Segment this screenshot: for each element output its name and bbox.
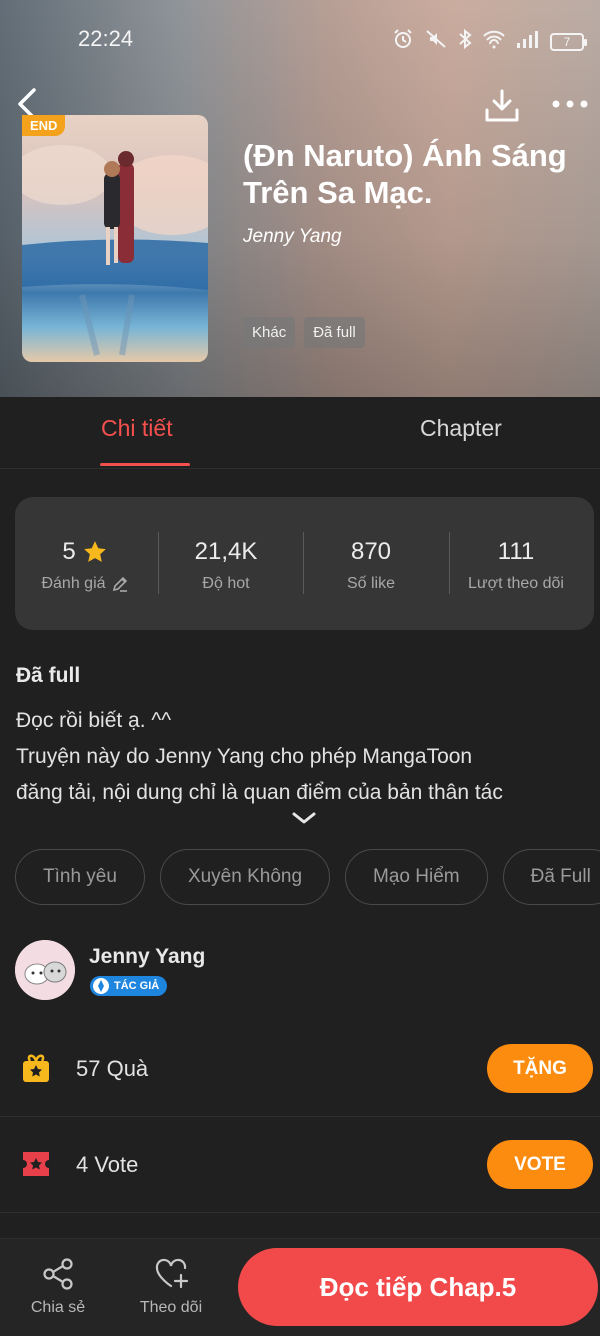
genre-chip[interactable]: Mạo Hiểm: [345, 849, 488, 905]
cover-art-image: [22, 145, 208, 356]
heart-plus-icon: [154, 1257, 189, 1291]
book-tags: Khác Đã full: [243, 317, 365, 348]
book-title: (Đn Naruto) Ánh Sáng Trên Sa Mạc.: [243, 138, 567, 210]
description-line: Truyện này do Jenny Yang cho phép MangaT…: [16, 745, 473, 768]
tab-chapter[interactable]: Chapter: [420, 415, 502, 442]
follows-label: Lượt theo dõi: [468, 575, 564, 592]
star-icon: [83, 541, 106, 562]
rating-value: 5: [62, 538, 76, 565]
vote-row: 4 Vote VOTE: [0, 1117, 600, 1213]
status-bar: 22:24 7: [0, 22, 600, 58]
book-cover[interactable]: [22, 115, 208, 362]
bluetooth-icon: [458, 28, 472, 55]
pen-nib-icon: [93, 978, 109, 994]
stats-card: 5 Đánh giá 21,4K Độ hot 870 Số like 111 …: [15, 497, 594, 630]
status-time: 22:24: [78, 26, 134, 51]
follows-value: 111: [497, 538, 535, 565]
end-badge: END: [22, 115, 66, 136]
expand-description-button[interactable]: [290, 808, 318, 828]
continue-reading-button[interactable]: Đọc tiếp Chap.5: [238, 1248, 598, 1326]
description-line: Đọc rồi biết ạ. ^^: [16, 709, 172, 732]
rating-label-row: Đánh giá: [15, 575, 155, 593]
gift-row: 57 Quà TẶNG: [0, 1021, 600, 1117]
hot-label: Độ hot: [202, 575, 250, 592]
genre-chip[interactable]: Tình yêu: [15, 849, 145, 905]
follow-button[interactable]: Theo dõi: [126, 1257, 216, 1317]
signal-icon: [516, 29, 540, 54]
mute-icon: [424, 28, 448, 55]
status-icons: 7: [392, 28, 587, 55]
download-icon: [485, 89, 519, 122]
avatar-image: [15, 940, 75, 1000]
book-header: 22:24 7 END (Đn Naruto) Ánh Sáng Trên Sa…: [0, 0, 600, 397]
send-gift-button[interactable]: TẶNG: [487, 1044, 593, 1093]
description-line: đăng tải, nội dung chỉ là quan điểm của …: [16, 781, 503, 804]
detail-tabs: Chi tiết Chapter: [0, 397, 600, 469]
chevron-down-icon: [292, 812, 316, 824]
stat-rating-value-row: 5: [15, 537, 155, 567]
rating-label: Đánh giá: [41, 575, 106, 592]
stat-hot: 21,4K Độ hot: [156, 537, 296, 593]
hot-value: 21,4K: [194, 538, 258, 565]
likes-value: 870: [350, 538, 392, 565]
wifi-icon: [482, 29, 506, 54]
vote-ticket-icon: [20, 1148, 52, 1180]
share-label: Chia sẻ: [30, 1299, 86, 1316]
vote-count: 4 Vote: [76, 1152, 139, 1177]
download-button[interactable]: [482, 86, 522, 126]
genre-chips: Tình yêu Xuyên Không Mạo Hiểm Đã Full: [15, 849, 600, 905]
book-description[interactable]: Đọc rồi biết ạ. ^^ Truyện này do Jenny Y…: [16, 703, 591, 811]
tag-status[interactable]: Đã full: [304, 317, 365, 348]
book-detail-page: 22:24 7 END (Đn Naruto) Ánh Sáng Trên Sa…: [0, 0, 600, 1336]
genre-chip[interactable]: Đã Full: [502, 849, 600, 905]
more-dots-icon: [552, 100, 588, 108]
edit-pencil-icon[interactable]: [111, 575, 129, 593]
battery-icon: 7: [550, 32, 587, 51]
alarm-icon: [392, 28, 414, 55]
author-badge-label: TÁC GIẢ: [114, 980, 160, 992]
completion-status: Đã full: [16, 664, 81, 687]
author-role-badge: TÁC GIẢ: [90, 976, 168, 996]
share-button[interactable]: Chia sẻ: [13, 1257, 103, 1317]
author-name[interactable]: Jenny Yang: [89, 945, 205, 969]
stat-follows: 111 Lượt theo dõi: [446, 537, 586, 593]
gift-count: 57 Quà: [76, 1056, 149, 1081]
tag-category[interactable]: Khác: [243, 317, 296, 348]
tab-details[interactable]: Chi tiết: [101, 415, 173, 442]
vote-button[interactable]: VOTE: [487, 1140, 593, 1189]
likes-label: Số like: [346, 575, 396, 592]
stat-likes: 870 Số like: [301, 537, 441, 593]
more-button[interactable]: [548, 86, 592, 122]
book-author[interactable]: Jenny Yang: [243, 226, 342, 248]
share-icon: [41, 1257, 75, 1291]
active-tab-indicator: [100, 463, 190, 466]
author-avatar[interactable]: [15, 940, 75, 1000]
follow-label: Theo dõi: [139, 1299, 203, 1316]
genre-chip[interactable]: Xuyên Không: [159, 849, 331, 905]
stat-rating[interactable]: 5 Đánh giá: [15, 537, 155, 593]
gift-icon: [20, 1052, 52, 1084]
